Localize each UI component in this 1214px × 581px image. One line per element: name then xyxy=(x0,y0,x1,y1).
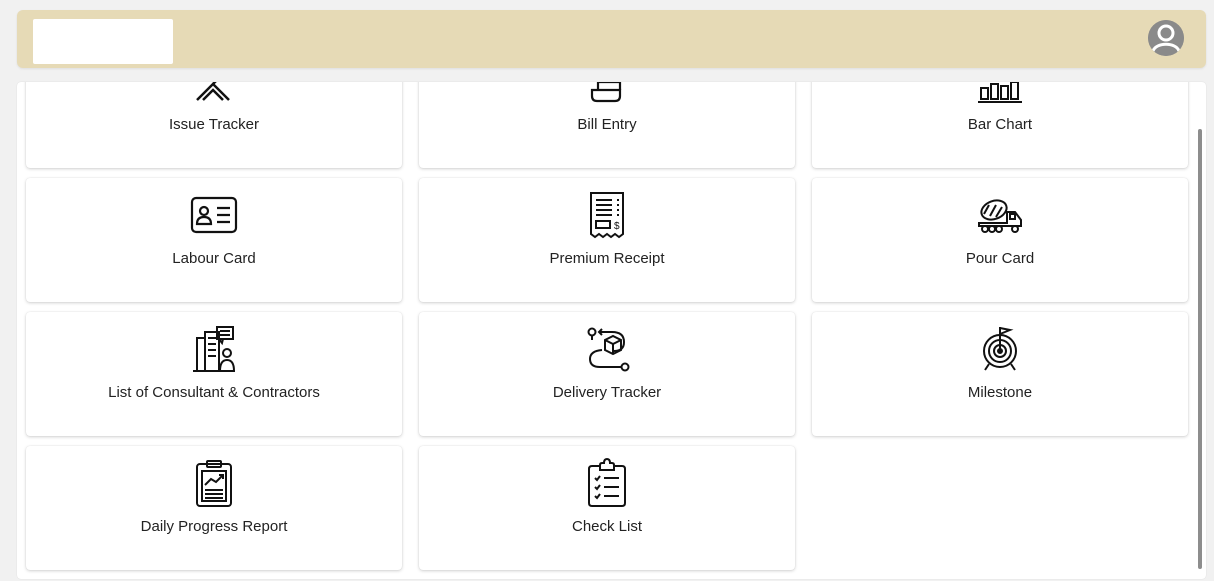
bill-entry-icon xyxy=(582,82,632,106)
checklist-clipboard-icon xyxy=(582,457,632,508)
tile-label: Delivery Tracker xyxy=(552,384,662,401)
app-header xyxy=(17,10,1206,68)
tile-label: Bar Chart xyxy=(967,116,1033,133)
tile-consultants-contractors[interactable]: List of Consultant & Contractors xyxy=(26,312,402,436)
tile-label: Daily Progress Report xyxy=(140,518,288,535)
tile-label: Bill Entry xyxy=(577,116,637,133)
tile-label: Issue Tracker xyxy=(168,116,260,133)
progress-report-icon xyxy=(189,458,239,508)
tile-label: List of Consultant & Contractors xyxy=(108,384,320,401)
apps-panel: Issue Tracker Bill Entry Bar Chart Labou… xyxy=(17,82,1206,579)
tile-milestone[interactable]: Milestone xyxy=(812,312,1188,436)
building-contractors-icon xyxy=(189,324,239,374)
tile-labour-card[interactable]: Labour Card xyxy=(26,178,402,302)
delivery-route-icon xyxy=(582,324,632,374)
tile-bar-chart[interactable]: Bar Chart xyxy=(812,82,1188,168)
tile-label: Pour Card xyxy=(965,250,1035,267)
vertical-scrollbar[interactable] xyxy=(1198,129,1202,569)
tile-label: Check List xyxy=(571,518,643,535)
tile-label: Milestone xyxy=(967,384,1033,401)
app-tile-grid: Issue Tracker Bill Entry Bar Chart Labou… xyxy=(17,82,1206,579)
logo-placeholder xyxy=(33,19,173,64)
tile-daily-progress-report[interactable]: Daily Progress Report xyxy=(26,446,402,570)
tile-label: Labour Card xyxy=(172,250,256,267)
issue-tracker-icon xyxy=(189,82,239,106)
target-flag-icon xyxy=(975,324,1025,374)
tile-delivery-tracker[interactable]: Delivery Tracker xyxy=(419,312,795,436)
concrete-mixer-truck-icon xyxy=(975,190,1025,240)
bar-chart-icon xyxy=(975,82,1025,106)
receipt-icon: $ xyxy=(582,190,632,240)
user-avatar-icon[interactable] xyxy=(1148,20,1184,56)
tile-label: Premium Receipt xyxy=(549,250,665,267)
tile-bill-entry[interactable]: Bill Entry xyxy=(419,82,795,168)
tile-premium-receipt[interactable]: $ Premium Receipt xyxy=(419,178,795,302)
tile-pour-card[interactable]: Pour Card xyxy=(812,178,1188,302)
tile-issue-tracker[interactable]: Issue Tracker xyxy=(26,82,402,168)
tile-check-list[interactable]: Check List xyxy=(419,446,795,570)
id-card-icon xyxy=(189,190,239,240)
svg-text:$: $ xyxy=(614,221,620,232)
